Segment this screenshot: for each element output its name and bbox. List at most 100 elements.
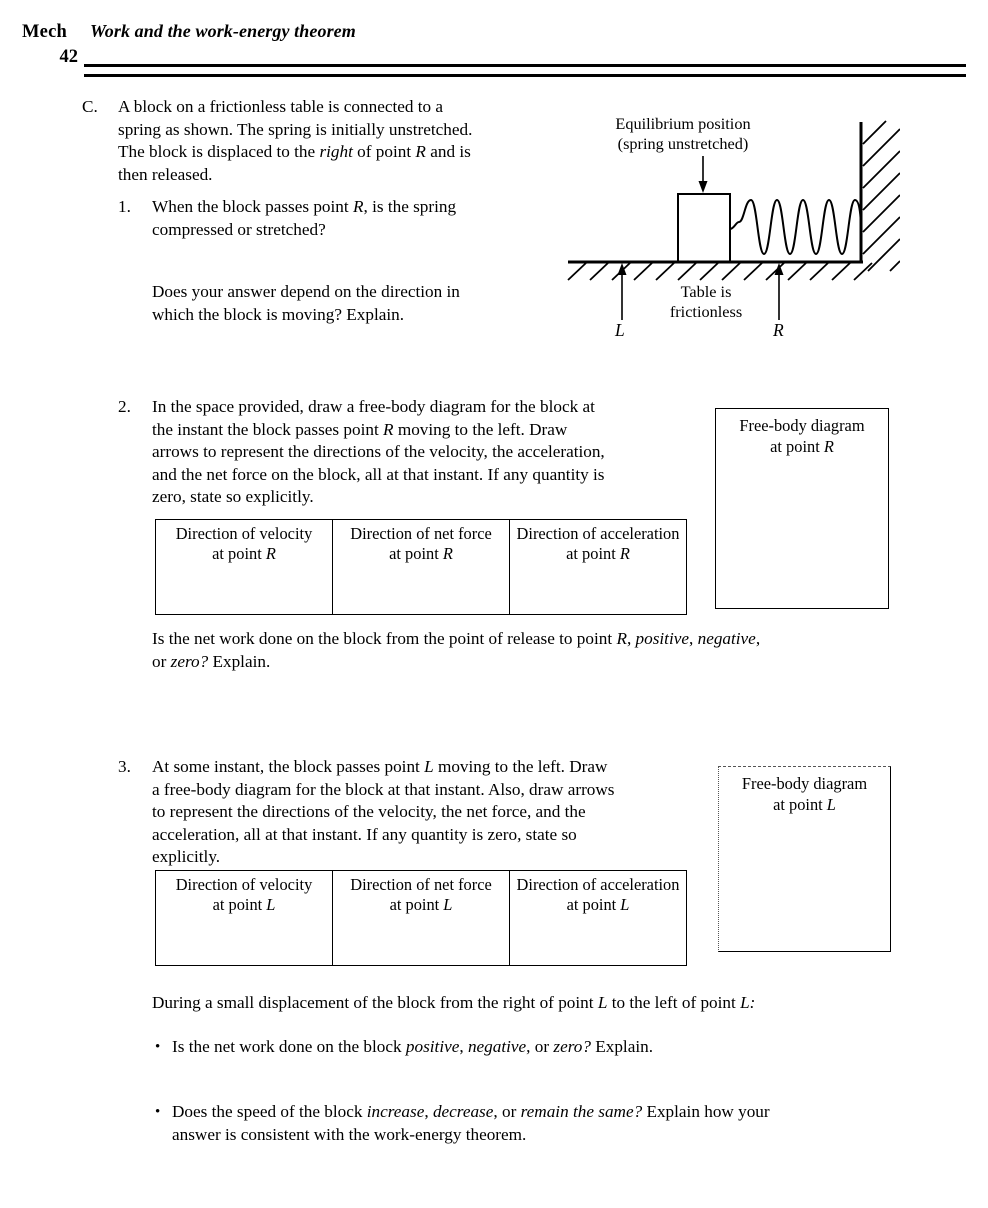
intro-line-3c: and is [425, 142, 471, 161]
item2-followup-positive: positive [635, 629, 689, 648]
header-course-label: Mech [22, 22, 67, 42]
item2-line-1: In the space provided, draw a free-body … [152, 397, 595, 416]
cell-r-accel-line2: at point R [566, 544, 630, 563]
item2-line-5: zero, state so explicitly. [152, 487, 314, 506]
item2-followup-zero: zero? [170, 651, 209, 671]
figure-point-l-label: L [615, 320, 625, 340]
item2-followup-b: , [626, 629, 636, 648]
item-2-marker: 2. [118, 397, 131, 416]
bullet2-a: Does the speed of the block [172, 1102, 367, 1121]
answer-cell-net-force-r[interactable]: Direction of net force at point R [333, 520, 510, 614]
answer-table-r[interactable]: Direction of velocity at point R Directi… [155, 519, 687, 615]
item2-line-3: arrows to represent the directions of th… [152, 442, 605, 461]
item-3-closing: During a small displacement of the block… [152, 992, 932, 1015]
item-2-followup: Is the net work done on the block from t… [152, 628, 912, 673]
item-1-followup: Does your answer depend on the direction… [152, 281, 552, 326]
intro-line-2: spring as shown. The spring is initially… [118, 119, 473, 139]
bullet2-remain-same: remain the same? [520, 1102, 643, 1121]
answer-cell-velocity-l[interactable]: Direction of velocity at point L [156, 871, 333, 965]
item-1-marker: 1. [118, 197, 131, 216]
item2-followup-line2a: or [152, 651, 171, 671]
item2-point-r: R [383, 419, 394, 439]
item-3-text: At some instant, the block passes point … [152, 756, 712, 869]
cell-l-force-line2: at point L [389, 895, 453, 914]
item3-closing-point-l2: L: [740, 993, 756, 1012]
item-3-marker: 3. [118, 757, 131, 776]
item2-followup-point-r: R [616, 629, 627, 648]
intro-line-3a: The block is displaced to the [118, 142, 320, 161]
bullet-glyph-2: • [155, 1104, 161, 1120]
equilibrium-arrow [698, 156, 708, 193]
cell-r-force-line1: Direction of net force [350, 524, 492, 543]
item3-line-4: acceleration, all at that instant. If an… [152, 824, 577, 844]
item3-closing-point-l1: L [597, 993, 608, 1012]
item-2-text: In the space provided, draw a free-body … [152, 396, 697, 509]
bullet-glyph-1: • [155, 1039, 161, 1055]
intro-point-r: R [415, 142, 426, 161]
cell-l-accel-line1: Direction of acceleration [516, 875, 680, 894]
item3-closing-a: During a small displacement of the block… [152, 993, 598, 1012]
page-header: Mech 42 Work and the work-energy theorem [0, 0, 988, 80]
item3-closing-b: to the left of point [607, 993, 741, 1012]
table-caption-line-2: frictionless [669, 302, 743, 321]
fbd-r-point: R [823, 436, 834, 456]
intro-line-4: then released. [118, 164, 213, 184]
item3-line-5: explicitly. [152, 847, 221, 866]
item-1-text: When the block passes point R, is the sp… [152, 196, 552, 241]
answer-cell-acceleration-r[interactable]: Direction of acceleration at point R [510, 520, 686, 614]
header-title: Work and the work-energy theorem [90, 21, 356, 41]
bullet1-negative: negative [467, 1037, 527, 1056]
bullet1-zero: zero? [553, 1037, 591, 1056]
table-caption-line-1: Table is [680, 282, 732, 301]
item1-line-4: which the block is moving? Explain. [152, 304, 405, 324]
page-number: 42 [59, 47, 79, 67]
free-body-diagram-box-l[interactable]: Free-body diagram at point L [718, 766, 891, 952]
item3-line-3: to represent the directions of the veloc… [152, 802, 586, 821]
answer-table-l[interactable]: Direction of velocity at point L Directi… [155, 870, 687, 966]
bullet-item-2: Does the speed of the block increase, de… [172, 1101, 942, 1146]
item2-followup-negative: negative [697, 629, 756, 648]
section-c-intro: A block on a frictionless table is conne… [118, 96, 538, 186]
cell-r-accel-line1: Direction of acceleration [516, 524, 680, 543]
figure-table-caption: Table is frictionless [651, 282, 761, 322]
bullet1-b: , [459, 1037, 468, 1056]
fbd-r-line-1: Free-body diagram [739, 416, 865, 435]
fbd-l-line-2: at point L [773, 794, 836, 814]
item1-line-1a: When the block passes point [152, 197, 353, 216]
cell-l-velocity-line1: Direction of velocity [175, 875, 313, 894]
item2-followup-c: , [689, 629, 698, 648]
bullet2-line-2: answer is consistent with the work-energ… [172, 1124, 527, 1144]
header-rule [84, 64, 966, 77]
item2-followup-a: Is the net work done on the block from t… [152, 629, 617, 648]
wall-hatching [862, 120, 900, 272]
item2-line-2a: the instant the block passes point [152, 419, 384, 439]
section-c-marker: C. [82, 97, 98, 116]
ground-hatching [567, 262, 873, 281]
block-rect [677, 193, 731, 263]
item3-line-1a: At some instant, the block passes point [152, 757, 425, 776]
item2-line-4: and the net force on the block, all at t… [152, 464, 605, 484]
item2-followup-d: , [755, 629, 761, 648]
spring-coil [729, 198, 862, 262]
answer-cell-acceleration-l[interactable]: Direction of acceleration at point L [510, 871, 686, 965]
bullet2-increase: increase [366, 1102, 425, 1121]
item1-point-r: R [352, 197, 364, 216]
cell-l-force-line1: Direction of net force [350, 875, 492, 894]
intro-line-1: A block on a frictionless table is conne… [118, 97, 444, 116]
answer-cell-net-force-l[interactable]: Direction of net force at point L [333, 871, 510, 965]
item3-point-l: L [424, 757, 434, 776]
intro-line-3b: of point [352, 142, 416, 161]
free-body-diagram-box-r[interactable]: Free-body diagram at point R [715, 408, 889, 609]
item3-line-2: a free-body diagram for the block at tha… [152, 779, 615, 799]
fbd-l-line-1: Free-body diagram [741, 774, 868, 793]
answer-cell-velocity-r[interactable]: Direction of velocity at point R [156, 520, 333, 614]
cell-r-force-line2: at point R [389, 544, 453, 563]
point-r-arrow [774, 263, 784, 320]
item1-line-1b: , is the spring [363, 197, 457, 216]
cell-l-accel-line2: at point L [566, 895, 630, 914]
bullet1-d: Explain. [590, 1037, 654, 1056]
bullet2-b: , [424, 1102, 433, 1121]
item1-line-3: Does your answer depend on the direction… [152, 282, 460, 301]
bullet2-c: , or [493, 1102, 521, 1121]
item2-line-2b: moving to the left. Draw [393, 419, 568, 439]
